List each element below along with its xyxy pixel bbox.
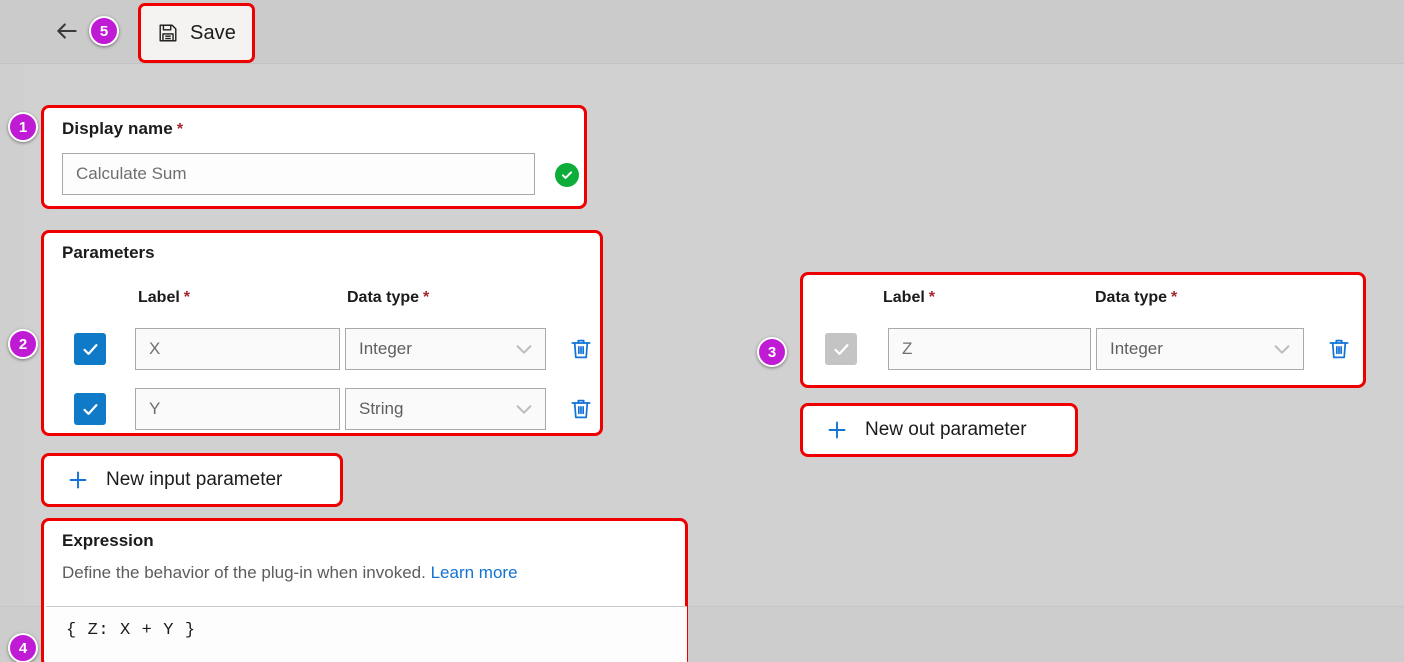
- step-badge-5: 5: [89, 16, 119, 46]
- input-parameter-data-type-select[interactable]: String: [345, 388, 546, 430]
- plus-icon: [66, 468, 90, 492]
- step-badge-4: 4: [8, 633, 38, 662]
- input-parameter-label-field[interactable]: [135, 328, 340, 370]
- expression-title: Expression: [62, 531, 154, 551]
- plugin-editor-page: Save Display name* Parameters Label* Dat…: [0, 0, 1404, 662]
- table-row: Integer: [74, 328, 594, 370]
- input-parameter-checkbox[interactable]: [74, 393, 106, 425]
- out-column-header-data-type: Data type*: [1095, 289, 1177, 307]
- new-out-parameter-label: New out parameter: [865, 419, 1027, 441]
- save-button-label: Save: [190, 22, 236, 45]
- plus-icon: [825, 418, 849, 442]
- step-badge-2: 2: [8, 329, 38, 359]
- input-parameter-data-type-select[interactable]: Integer: [345, 328, 546, 370]
- input-parameter-label-field[interactable]: [135, 388, 340, 430]
- input-parameters-card: Parameters Label* Data type* Integer: [41, 230, 603, 436]
- out-parameter-checkbox: [825, 333, 857, 365]
- delete-input-parameter-button[interactable]: [568, 336, 594, 362]
- learn-more-link[interactable]: Learn more: [431, 563, 518, 582]
- new-input-parameter-button[interactable]: New input parameter: [41, 453, 343, 507]
- display-name-card: Display name*: [41, 105, 587, 209]
- out-parameter-label-field[interactable]: [888, 328, 1091, 370]
- step-badge-1: 1: [8, 112, 38, 142]
- input-parameter-checkbox[interactable]: [74, 333, 106, 365]
- chevron-down-icon: [1271, 338, 1293, 360]
- display-name-label-row: Display name*: [62, 119, 183, 139]
- table-row: Integer: [825, 328, 1355, 370]
- green-check-circle-icon: [555, 163, 579, 187]
- floppy-disk-save-icon: [157, 22, 179, 44]
- out-parameter-data-type-value: Integer: [1110, 339, 1163, 359]
- chevron-down-icon: [513, 398, 535, 420]
- display-name-input[interactable]: [62, 153, 535, 195]
- out-parameter-data-type-select[interactable]: Integer: [1096, 328, 1304, 370]
- out-column-header-label: Label*: [883, 289, 935, 307]
- out-parameters-card: Label* Data type* Integer: [800, 272, 1366, 388]
- display-name-label: Display name: [62, 119, 173, 138]
- expression-description: Define the behavior of the plug-in when …: [62, 563, 426, 582]
- arrow-left-icon[interactable]: [52, 16, 82, 46]
- expression-editor[interactable]: { Z: X + Y }: [46, 606, 687, 662]
- save-button[interactable]: Save: [138, 3, 255, 63]
- chevron-down-icon: [513, 338, 535, 360]
- expression-description-row: Define the behavior of the plug-in when …: [62, 563, 518, 583]
- new-out-parameter-button[interactable]: New out parameter: [800, 403, 1078, 457]
- input-parameter-data-type-value: Integer: [359, 339, 412, 359]
- input-parameter-data-type-value: String: [359, 399, 403, 419]
- table-row: String: [74, 388, 594, 430]
- delete-out-parameter-button[interactable]: [1326, 336, 1352, 362]
- delete-input-parameter-button[interactable]: [568, 396, 594, 422]
- required-asterisk: *: [177, 121, 183, 138]
- input-column-header-data-type: Data type*: [347, 289, 429, 307]
- expression-card: Expression Define the behavior of the pl…: [41, 518, 688, 662]
- new-input-parameter-label: New input parameter: [106, 469, 282, 491]
- step-badge-3: 3: [757, 337, 787, 367]
- expression-code: { Z: X + Y }: [66, 621, 196, 640]
- input-column-header-label: Label*: [138, 289, 190, 307]
- parameters-title: Parameters: [62, 243, 155, 263]
